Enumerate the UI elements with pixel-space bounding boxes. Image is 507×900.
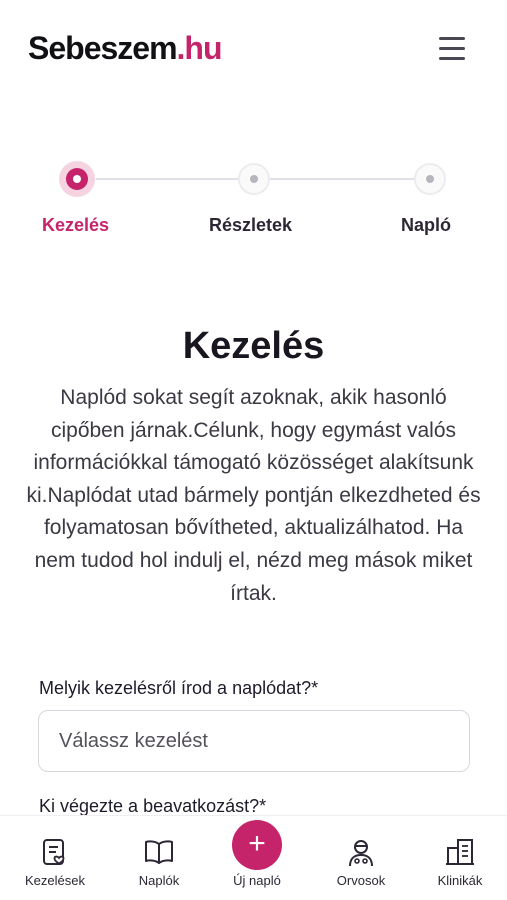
doctor-icon — [349, 840, 373, 867]
treatment-field-label: Melyik kezelésről írod a naplódat?* — [39, 678, 319, 698]
step-1-label[interactable]: Kezelés — [42, 215, 109, 236]
intro-text: Naplód sokat segít azoknak, akik hasonló… — [26, 386, 481, 605]
treatments-icon — [43, 839, 65, 865]
step-2-label[interactable]: Részletek — [209, 215, 292, 236]
nav-item-new-journal[interactable]: Új napló — [212, 816, 302, 900]
app-header: Sebeszem.hu — [0, 0, 507, 100]
step-1-indicator[interactable] — [59, 161, 95, 197]
menu-bar — [439, 37, 465, 40]
clinic-icon — [446, 839, 474, 865]
nav-label-doctors: Orvosok — [336, 873, 386, 888]
bottom-navigation: Kezelések Naplók + Új napló Orvosok Klin… — [0, 815, 507, 900]
step-2-indicator[interactable] — [238, 163, 270, 195]
menu-bar — [439, 47, 465, 50]
nav-item-doctors[interactable]: Orvosok — [316, 816, 406, 900]
nav-label-treatments: Kezelések — [25, 873, 85, 888]
nav-label-clinics: Klinikák — [437, 873, 483, 888]
nav-item-clinics[interactable]: Klinikák — [415, 816, 505, 900]
nav-label-journals: Naplók — [138, 873, 180, 888]
page-title: Kezelés — [182, 325, 325, 367]
step-3-indicator[interactable] — [414, 163, 446, 195]
logo[interactable]: Sebeszem.hu — [28, 30, 223, 67]
step-connector — [270, 178, 414, 180]
hamburger-menu-icon[interactable] — [437, 35, 467, 63]
step-connector — [96, 178, 238, 180]
nav-label-new-journal: Új napló — [233, 873, 281, 888]
nav-item-treatments[interactable]: Kezelések — [10, 816, 100, 900]
menu-bar — [439, 57, 465, 60]
progress-stepper: Kezelés Részletek Napló — [0, 155, 507, 245]
nav-item-journals[interactable]: Naplók — [114, 816, 204, 900]
step-3-label[interactable]: Napló — [401, 215, 451, 236]
book-icon — [145, 840, 173, 864]
logo-accent: .hu — [176, 30, 223, 66]
treatment-select-placeholder: Válassz kezelést — [59, 730, 208, 752]
surgeon-field-label: Ki végezte a beavatkozást?* — [39, 796, 267, 816]
logo-main: Sebeszem — [28, 30, 178, 66]
treatment-select[interactable]: Válassz kezelést — [38, 710, 470, 772]
